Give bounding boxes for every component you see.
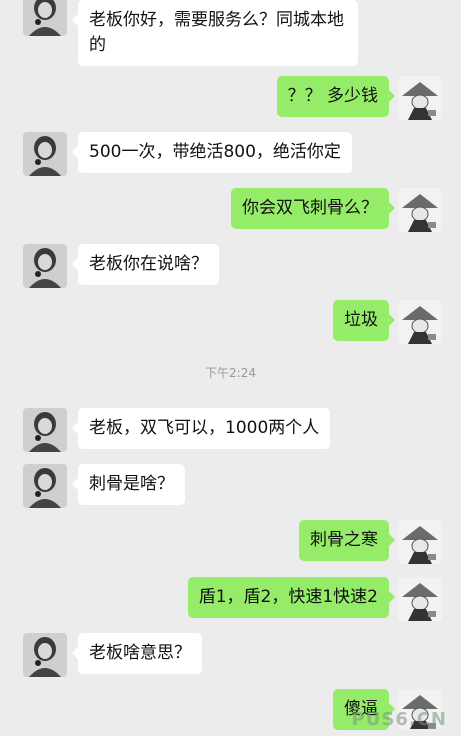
straw-hat-avatar-icon — [398, 577, 442, 621]
contact-avatar[interactable] — [23, 0, 67, 36]
user-avatar[interactable] — [398, 520, 442, 564]
straw-hat-avatar-icon — [398, 300, 442, 344]
portrait-avatar-icon — [23, 132, 67, 176]
watermark: PUS6.CN — [351, 709, 447, 730]
message-bubble: 老板你在说啥？ — [72, 244, 219, 285]
timestamp: 下午2:24 — [205, 366, 256, 380]
contact-avatar[interactable] — [23, 244, 67, 288]
straw-hat-avatar-icon — [398, 76, 442, 120]
message-bubble: ？？ 多少钱 — [276, 76, 396, 117]
contact-avatar[interactable] — [23, 633, 67, 677]
portrait-avatar-icon — [23, 244, 67, 288]
portrait-avatar-icon — [23, 633, 67, 677]
contact-avatar[interactable] — [23, 464, 67, 508]
portrait-avatar-icon — [23, 408, 67, 452]
message-bubble: 盾1，盾2，快速1快速2 — [187, 577, 396, 618]
contact-avatar[interactable] — [23, 408, 67, 452]
contact-avatar[interactable] — [23, 132, 67, 176]
user-avatar[interactable] — [398, 300, 442, 344]
straw-hat-avatar-icon — [398, 520, 442, 564]
straw-hat-avatar-icon — [398, 188, 442, 232]
chat-window: 老板你好，需要服务么？同城本地的 ？？ 多少钱 500一次，带绝活800，绝活你… — [0, 0, 461, 736]
user-avatar[interactable] — [398, 577, 442, 621]
message-bubble: 刺骨之寒 — [299, 520, 395, 561]
message-bubble: 老板啥意思？ — [72, 633, 202, 674]
message-bubble: 你会双飞刺骨么？ — [231, 188, 395, 229]
message-bubble: 老板你好，需要服务么？同城本地的 — [72, 0, 358, 66]
message-bubble: 老板，双飞可以，1000两个人 — [71, 408, 331, 449]
portrait-avatar-icon — [23, 464, 67, 508]
message-bubble: 刺骨是啥？ — [72, 464, 185, 505]
message-bubble: 垃圾 — [333, 300, 395, 341]
message-bubble: 500一次，带绝活800，绝活你定 — [72, 132, 352, 173]
user-avatar[interactable] — [398, 76, 442, 120]
portrait-avatar-icon — [23, 0, 67, 36]
user-avatar[interactable] — [398, 188, 442, 232]
